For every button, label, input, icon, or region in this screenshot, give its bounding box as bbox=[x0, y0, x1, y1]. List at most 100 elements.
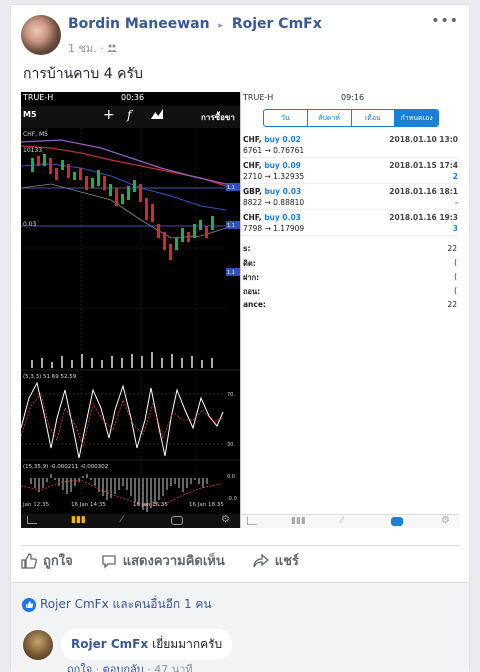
summary-label: s: bbox=[243, 244, 251, 253]
comment-reply-link[interactable]: ตอบกลับ bbox=[103, 663, 144, 672]
side: buy 0.02 bbox=[264, 135, 301, 144]
symbol-label: CHF, M5 bbox=[23, 131, 48, 138]
axis-price-3: 1.1 bbox=[227, 270, 235, 276]
price-label-top: 10133 bbox=[23, 147, 42, 154]
author-avatar[interactable] bbox=[21, 15, 61, 55]
quotes-icon[interactable] bbox=[27, 516, 37, 524]
profit: - bbox=[454, 198, 458, 207]
like-label: ถูกใจ bbox=[43, 554, 73, 569]
history-tab-icon[interactable] bbox=[171, 516, 183, 525]
post-time[interactable]: 1 ชม. · bbox=[68, 42, 107, 55]
position-row[interactable]: CHF, buy 0.03 7798 → 1.17909 2018.01.16 … bbox=[241, 210, 459, 236]
pair: GBP, bbox=[243, 187, 262, 196]
post-image[interactable]: TRUE-H 00:36 M5 + f การซื้อขา 10133 0.03… bbox=[21, 92, 459, 528]
like-button[interactable]: ถูกใจ bbox=[21, 550, 73, 571]
axis-price-1: 1.1 bbox=[227, 185, 235, 191]
author-name[interactable]: Bordin Maneewan bbox=[68, 16, 210, 32]
date: 2018.01.15 17:4 bbox=[389, 161, 458, 170]
comment-time[interactable]: · 47 นาที bbox=[144, 663, 192, 672]
price-chart: 10133 0.03 CHF, M5 1.1 1.1 1.1 (5,3,3) 5… bbox=[21, 128, 240, 528]
share-button[interactable]: แชร์ bbox=[253, 550, 299, 571]
position-row[interactable]: CHF, buy 0.02 6761 → 0.76761 2018.01.10 … bbox=[241, 132, 459, 158]
tab-month[interactable]: เดือน bbox=[352, 110, 396, 126]
comment-button[interactable]: แสดงความคิดเห็น bbox=[101, 550, 225, 571]
commenter-avatar[interactable] bbox=[23, 630, 53, 660]
period-segmented-control: วัน สัปดาห์ เดือน กำหนดเอง bbox=[263, 109, 439, 127]
indicator-icon[interactable]: f bbox=[127, 108, 131, 122]
tab-day[interactable]: วัน bbox=[264, 110, 308, 126]
tab-week[interactable]: สัปดาห์ bbox=[308, 110, 352, 126]
carrier-text: TRUE-H bbox=[23, 93, 54, 102]
action-bar: ถูกใจ แสดงความคิดเห็น แชร์ bbox=[21, 545, 461, 571]
target-name[interactable]: Rojer CmFx bbox=[232, 16, 322, 32]
prices: 6761 → 0.76761 bbox=[243, 146, 305, 155]
reactions-bar: Rojer CmFx และคนอื่นอีก 1 คน bbox=[11, 582, 469, 622]
chart-tab-icon[interactable]: ▮▮▮ bbox=[71, 515, 86, 525]
share-icon bbox=[253, 553, 269, 567]
quotes-icon[interactable] bbox=[247, 517, 257, 525]
date: 2018.01.16 18:1 bbox=[389, 187, 458, 196]
left-status-bar: TRUE-H 00:36 bbox=[21, 92, 240, 104]
time-label-2: 16 Jan 14:35 bbox=[71, 502, 106, 508]
objects-icon[interactable] bbox=[151, 109, 163, 119]
reactions-text: Rojer CmFx และคนอื่นอีก 1 คน bbox=[40, 597, 212, 611]
axis-price-2: 1.1 bbox=[227, 223, 235, 229]
summary-value: ( bbox=[454, 272, 457, 281]
settings-icon[interactable]: ⚙ bbox=[221, 514, 230, 525]
osc-axis-2: 30. bbox=[227, 442, 235, 448]
history-tab-icon[interactable] bbox=[391, 517, 403, 526]
summary-label: ฝาก: bbox=[243, 273, 260, 282]
prices: 7798 → 1.17909 bbox=[243, 224, 305, 233]
comment-actions: ถูกใจ · ตอบกลับ · 47 นาที bbox=[67, 660, 193, 672]
commenter-name[interactable]: Rojer CmFx bbox=[71, 637, 148, 651]
trade-tab-icon[interactable]: ⁄ bbox=[341, 516, 343, 526]
comment: Rojer CmFx เยี่ยมมากครับ ถูกใจ · ตอบกลับ … bbox=[11, 622, 469, 672]
side: buy 0.03 bbox=[264, 213, 301, 222]
stoch-label: (5,3,3) 51.69 52.59 bbox=[23, 374, 77, 380]
comment-bubble: Rojer CmFx เยี่ยมมากครับ bbox=[61, 629, 233, 660]
settings-icon[interactable]: ⚙ bbox=[441, 515, 450, 526]
time-label-3: 16 Jan 16:35 bbox=[133, 502, 168, 508]
more-options-icon[interactable]: ••• bbox=[431, 13, 459, 29]
chart-toolbar: M5 + f การซื้อขา bbox=[21, 106, 240, 128]
osc-axis-4: -0.0 bbox=[227, 496, 237, 502]
rs-clock: 09:16 bbox=[341, 93, 365, 102]
left-tab-bar: ▮▮▮ ⁄ ⚙ bbox=[21, 514, 240, 528]
position-row[interactable]: GBP, buy 0.03 8822 → 0.88810 2018.01.16 … bbox=[241, 184, 459, 210]
time-label-1: Jan 12:35 bbox=[22, 502, 50, 508]
tab-custom[interactable]: กำหนดเอง bbox=[395, 110, 438, 126]
side: buy 0.09 bbox=[264, 161, 301, 170]
clock-text: 00:36 bbox=[121, 93, 145, 102]
osc-axis-3: 0.0 bbox=[227, 474, 235, 480]
prices: 8822 → 0.88810 bbox=[243, 198, 305, 207]
reactions-summary[interactable]: Rojer CmFx และคนอื่นอีก 1 คน bbox=[22, 595, 212, 614]
comment-like-link[interactable]: ถูกใจ bbox=[67, 663, 92, 672]
comment-dot: · bbox=[92, 663, 103, 672]
post-card: Bordin Maneewan ▸ Rojer CmFx 1 ชม. · •••… bbox=[10, 4, 470, 672]
price-label-mid: 0.03 bbox=[23, 221, 37, 228]
post-header: Bordin Maneewan ▸ Rojer CmFx bbox=[68, 16, 322, 32]
post-text: การบ้านคาบ 4 ครับ bbox=[23, 66, 143, 82]
arrow-right-icon: ▸ bbox=[218, 21, 223, 31]
summary-value: 22 bbox=[447, 244, 457, 253]
trade-menu[interactable]: การซื้อขา bbox=[201, 111, 235, 124]
summary-label: ดิต: bbox=[243, 259, 256, 268]
date: 2018.01.16 19:3 bbox=[389, 213, 458, 222]
timeframe-label[interactable]: M5 bbox=[23, 110, 37, 119]
position-row[interactable]: CHF, buy 0.09 2710 → 1.32935 2018.01.15 … bbox=[241, 158, 459, 184]
crosshair-icon[interactable]: + bbox=[103, 107, 115, 123]
summary-label: ance: bbox=[243, 300, 266, 309]
right-tab-bar: ▮▮▮ ⁄ ⚙ bbox=[241, 514, 459, 528]
history-screenshot: TRUE-H 09:16 วัน สัปดาห์ เดือน กำหนดเอง … bbox=[240, 92, 459, 528]
comment-icon bbox=[102, 554, 116, 569]
chart-tab-icon[interactable]: ▮▮▮ bbox=[291, 516, 306, 526]
post-meta: 1 ชม. · bbox=[68, 39, 118, 57]
trade-tab-icon[interactable]: ⁄ bbox=[121, 515, 123, 525]
osc-axis-1: 70. bbox=[227, 392, 235, 398]
pair: CHF, bbox=[243, 161, 262, 170]
time-label-4: 16 Jan 18:35 bbox=[189, 502, 224, 508]
friends-icon bbox=[107, 44, 118, 52]
comment-label: แสดงความคิดเห็น bbox=[122, 554, 225, 569]
summary-value: 22 bbox=[447, 300, 457, 309]
prices: 2710 → 1.32935 bbox=[243, 172, 305, 181]
